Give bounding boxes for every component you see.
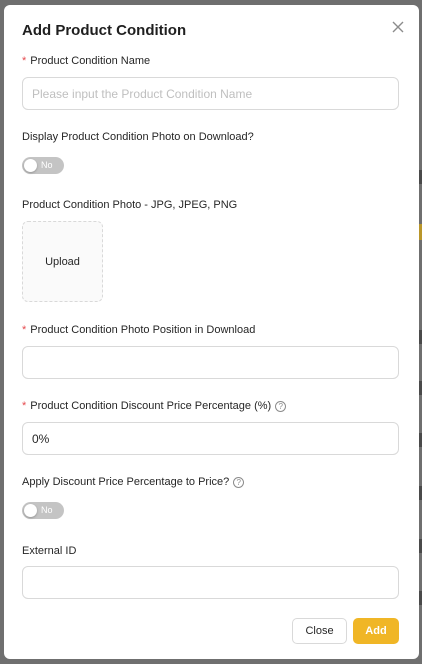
- close-icon[interactable]: [391, 20, 405, 34]
- apply-discount-label: Apply Discount Price Percentage to Price…: [22, 476, 245, 488]
- external-id-label: External ID: [22, 545, 77, 557]
- discount-percentage-input[interactable]: [22, 422, 399, 455]
- required-asterisk: *: [22, 324, 27, 336]
- upload-label: Upload: [45, 255, 80, 268]
- apply-discount-label-text: Apply Discount Price Percentage to Price…: [22, 476, 230, 488]
- add-button[interactable]: Add: [353, 618, 399, 644]
- required-asterisk: *: [22, 55, 27, 67]
- toggle-knob: [24, 504, 37, 517]
- discount-label-text: Product Condition Discount Price Percent…: [30, 400, 272, 412]
- toggle-text: No: [41, 160, 53, 170]
- display-photo-label: Display Product Condition Photo on Downl…: [22, 131, 254, 143]
- product-condition-name-input[interactable]: [22, 77, 399, 110]
- modal-title: Add Product Condition: [22, 22, 187, 39]
- toggle-knob: [24, 159, 37, 172]
- close-button[interactable]: Close: [292, 618, 347, 644]
- photo-label: Product Condition Photo - JPG, JPEG, PNG: [22, 199, 238, 211]
- photo-position-label: * Product Condition Photo Position in Do…: [22, 324, 255, 336]
- toggle-text: No: [41, 505, 53, 515]
- apply-discount-toggle[interactable]: No: [22, 502, 64, 519]
- upload-button[interactable]: Upload: [22, 221, 103, 302]
- name-label: * Product Condition Name: [22, 55, 150, 67]
- photo-position-label-text: Product Condition Photo Position in Down…: [30, 324, 256, 336]
- question-circle-icon[interactable]: ?: [233, 476, 245, 488]
- display-photo-toggle[interactable]: No: [22, 157, 64, 174]
- external-id-input[interactable]: [22, 566, 399, 599]
- question-circle-icon[interactable]: ?: [275, 400, 287, 412]
- photo-position-input[interactable]: [22, 346, 399, 379]
- discount-label: * Product Condition Discount Price Perce…: [22, 400, 287, 412]
- add-product-condition-modal: Add Product Condition * Product Conditio…: [4, 5, 419, 659]
- required-asterisk: *: [22, 400, 27, 412]
- name-label-text: Product Condition Name: [30, 55, 151, 67]
